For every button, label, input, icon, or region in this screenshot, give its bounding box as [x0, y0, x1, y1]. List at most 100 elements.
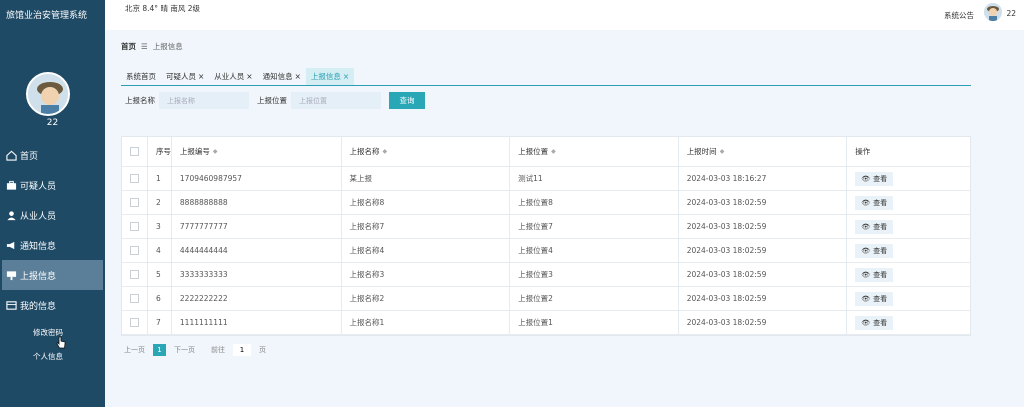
cell-index: 3 — [148, 215, 172, 238]
cell-actions: 👁 查看 — [847, 239, 970, 262]
search-bar: 上报名称 上报位置 查询 — [125, 92, 425, 109]
sort-icon[interactable]: ◆ — [383, 148, 388, 155]
header-report-location[interactable]: 上报位置 ◆ — [510, 137, 679, 166]
sidebar-item-staff[interactable]: 从业人员 — [0, 200, 105, 230]
header-label: 上报时间 — [686, 147, 717, 156]
tab-staff[interactable]: 从业人员 × — [209, 68, 257, 85]
cell-report-no: 3333333333 — [172, 263, 342, 286]
cell-report-name: 上报名称8 — [342, 191, 511, 214]
cell-report-time: 2024-03-03 18:02:59 — [679, 215, 848, 238]
page-number-current[interactable]: 1 — [153, 344, 166, 356]
tab-label: 通知信息 — [262, 72, 293, 81]
close-icon[interactable]: × — [343, 72, 349, 81]
row-checkbox[interactable] — [129, 198, 139, 207]
select-all-checkbox[interactable] — [129, 147, 139, 156]
user-icon — [5, 209, 17, 221]
header-report-name[interactable]: 上报名称 ◆ — [342, 137, 511, 166]
search-name-input[interactable] — [159, 92, 249, 109]
row-checkbox[interactable] — [129, 294, 139, 303]
submenu-item-change-password[interactable]: 修改密码 — [0, 320, 105, 344]
row-checkbox-cell — [122, 167, 148, 190]
row-checkbox-cell — [122, 263, 148, 286]
submenu-item-personal-info[interactable]: 个人信息 — [0, 344, 105, 368]
row-checkbox-cell — [122, 287, 148, 310]
row-checkbox[interactable] — [129, 246, 139, 255]
sidebar-item-my-info[interactable]: 我的信息 — [0, 290, 105, 320]
view-label: 查看 — [873, 246, 888, 255]
sort-icon[interactable]: ◆ — [720, 148, 725, 155]
cell-report-no: 1709460987957 — [172, 167, 342, 190]
sort-icon[interactable]: ◆ — [213, 148, 218, 155]
sidebar-item-label: 首页 — [20, 151, 39, 162]
tab-notices[interactable]: 通知信息 × — [258, 68, 306, 85]
tab-suspects[interactable]: 可疑人员 × — [161, 68, 209, 85]
search-location-label: 上报位置 — [257, 96, 287, 105]
table-body: 1 1709460987957 某上报 测试11 2024-03-03 18:16:27… — [122, 167, 970, 335]
view-button[interactable]: 👁 查看 — [855, 219, 894, 234]
home-icon — [5, 149, 17, 161]
sidebar-item-home[interactable]: 首页 — [0, 140, 105, 170]
tab-reports[interactable]: 上报信息 × — [305, 68, 355, 85]
search-button[interactable]: 查询 — [389, 92, 425, 109]
sidebar-item-reports[interactable]: 上报信息 — [2, 260, 103, 290]
hand-cursor-icon — [56, 336, 66, 350]
app-title: 旅馆业治安管理系统 — [6, 11, 88, 21]
cell-report-name: 上报名称1 — [342, 311, 511, 334]
view-button[interactable]: 👁 查看 — [855, 195, 894, 210]
sidebar-item-label: 我的信息 — [20, 301, 57, 312]
view-label: 查看 — [873, 270, 888, 279]
row-checkbox-cell — [122, 191, 148, 214]
view-label: 查看 — [873, 198, 888, 207]
sidebar-item-notices[interactable]: 通知信息 — [0, 230, 105, 260]
close-icon[interactable]: × — [198, 72, 204, 81]
cell-report-name: 上报名称2 — [342, 287, 511, 310]
top-avatar[interactable] — [984, 3, 1002, 21]
sort-icon[interactable]: ◆ — [551, 148, 556, 155]
next-page-button[interactable]: 下一页 — [171, 344, 198, 356]
cell-index: 6 — [148, 287, 172, 310]
cell-report-location: 上报位置8 — [510, 191, 679, 214]
avatar[interactable] — [26, 72, 70, 116]
goto-page-input[interactable] — [233, 344, 251, 356]
tabs-bar: 系统首页 可疑人员 × 从业人员 × 通知信息 × 上报信息 × — [121, 66, 971, 86]
tab-label: 系统首页 — [126, 72, 156, 81]
close-icon[interactable]: × — [246, 72, 252, 81]
sidebar-item-label: 从业人员 — [20, 211, 57, 222]
page-unit-label: 页 — [259, 346, 266, 354]
breadcrumb-home[interactable]: 首页 — [121, 41, 136, 52]
header-index: 序号 — [148, 137, 172, 166]
megaphone-icon — [5, 239, 17, 251]
briefcase-icon — [5, 179, 17, 191]
cell-report-location: 上报位置3 — [510, 263, 679, 286]
view-label: 查看 — [873, 174, 888, 183]
search-location-input[interactable] — [291, 92, 381, 109]
table-row: 7 1111111111 上报名称1 上报位置1 2024-03-03 18:02:59… — [122, 311, 970, 335]
row-checkbox[interactable] — [129, 174, 139, 183]
announcement-link[interactable]: 系统公告 — [944, 10, 974, 21]
cell-report-no: 8888888888 — [172, 191, 342, 214]
sidebar-item-suspects[interactable]: 可疑人员 — [0, 170, 105, 200]
main-content: 首页 ☰ 上报信息 系统首页 可疑人员 × 从业人员 × 通知信息 × 上报信息 × 上… — [105, 30, 1024, 407]
tab-system-home[interactable]: 系统首页 — [121, 68, 161, 85]
header-report-time[interactable]: 上报时间 ◆ — [679, 137, 848, 166]
table-row: 4 4444444444 上报名称4 上报位置4 2024-03-03 18:02:59… — [122, 239, 970, 263]
view-button[interactable]: 👁 查看 — [855, 171, 894, 186]
view-button[interactable]: 👁 查看 — [855, 291, 894, 306]
row-checkbox-cell — [122, 215, 148, 238]
view-button[interactable]: 👁 查看 — [855, 267, 894, 282]
eye-icon: 👁 — [861, 294, 871, 303]
header-actions: 操作 — [855, 147, 871, 156]
close-icon[interactable]: × — [295, 72, 301, 81]
row-checkbox[interactable] — [129, 270, 139, 279]
table-row: 6 2222222222 上报名称2 上报位置2 2024-03-03 18:02:59… — [122, 287, 970, 311]
view-button[interactable]: 👁 查看 — [855, 243, 894, 258]
cell-actions: 👁 查看 — [847, 311, 970, 334]
cell-actions: 👁 查看 — [847, 287, 970, 310]
cell-report-no: 7777777777 — [172, 215, 342, 238]
prev-page-button[interactable]: 上一页 — [121, 344, 148, 356]
view-button[interactable]: 👁 查看 — [855, 315, 894, 330]
header-report-no[interactable]: 上报编号 ◆ — [172, 137, 342, 166]
cell-report-location: 测试11 — [510, 167, 679, 190]
row-checkbox[interactable] — [129, 318, 139, 327]
row-checkbox[interactable] — [129, 222, 139, 231]
